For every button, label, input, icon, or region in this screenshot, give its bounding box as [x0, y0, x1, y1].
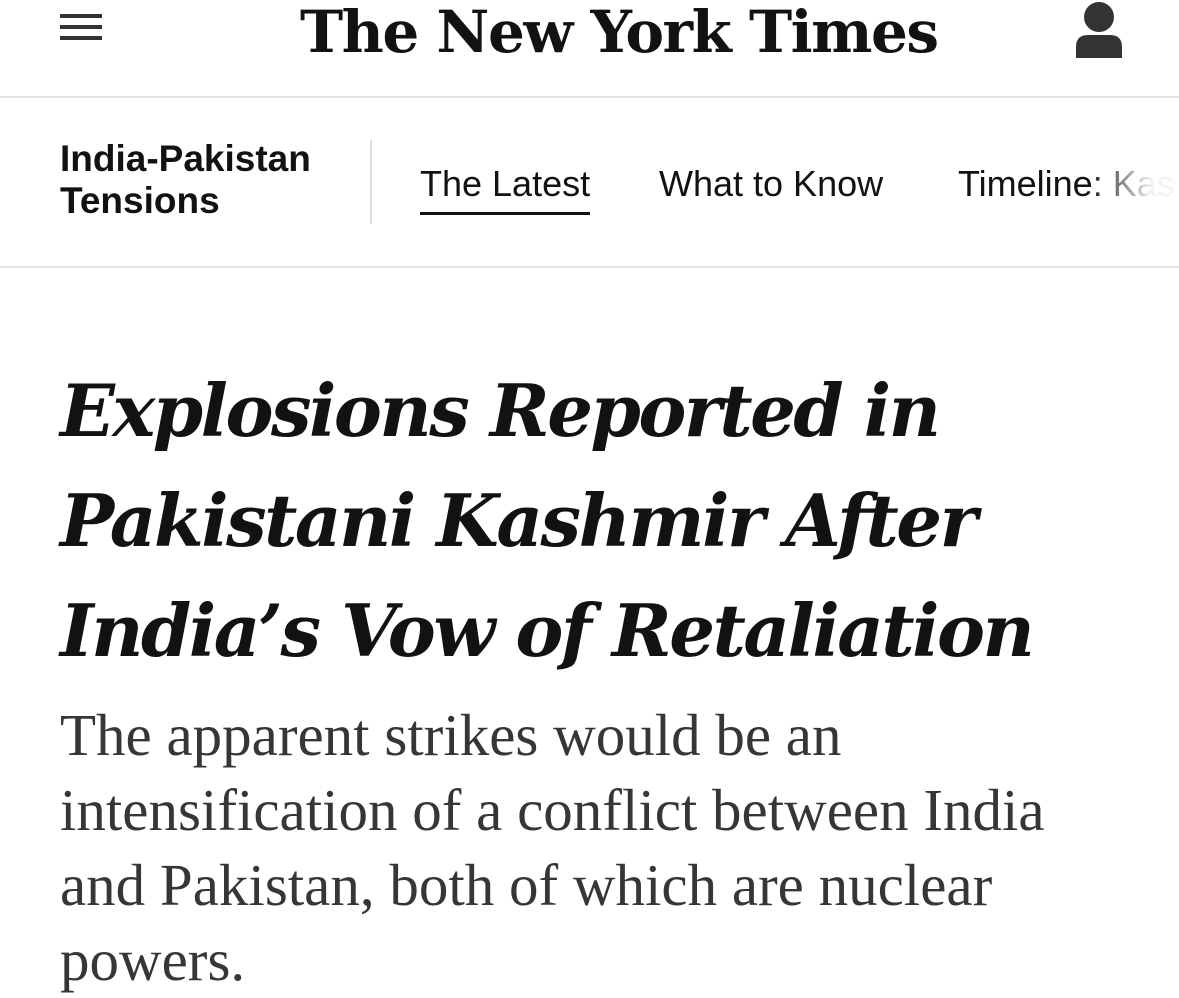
masthead: The New York Times — [0, 0, 1179, 98]
nyt-logo[interactable]: The New York Times — [300, 0, 939, 68]
hamburger-menu-icon[interactable] — [60, 14, 104, 44]
section-nav: India-Pakistan Tensions The Latest What … — [0, 98, 1179, 268]
tab-the-latest[interactable]: The Latest — [420, 162, 591, 215]
section-label[interactable]: India-Pakistan Tensions — [60, 138, 350, 222]
tab-timeline[interactable]: Timeline: Kas — [958, 162, 1175, 206]
nav-divider — [370, 140, 372, 224]
article-headline: Explosions Reported in Pakistani Kashmir… — [60, 368, 1035, 673]
user-account-icon[interactable] — [1074, 0, 1124, 62]
tab-what-to-know[interactable]: What to Know — [659, 162, 883, 206]
article-summary: The apparent strikes would be an intensi… — [60, 702, 1045, 993]
